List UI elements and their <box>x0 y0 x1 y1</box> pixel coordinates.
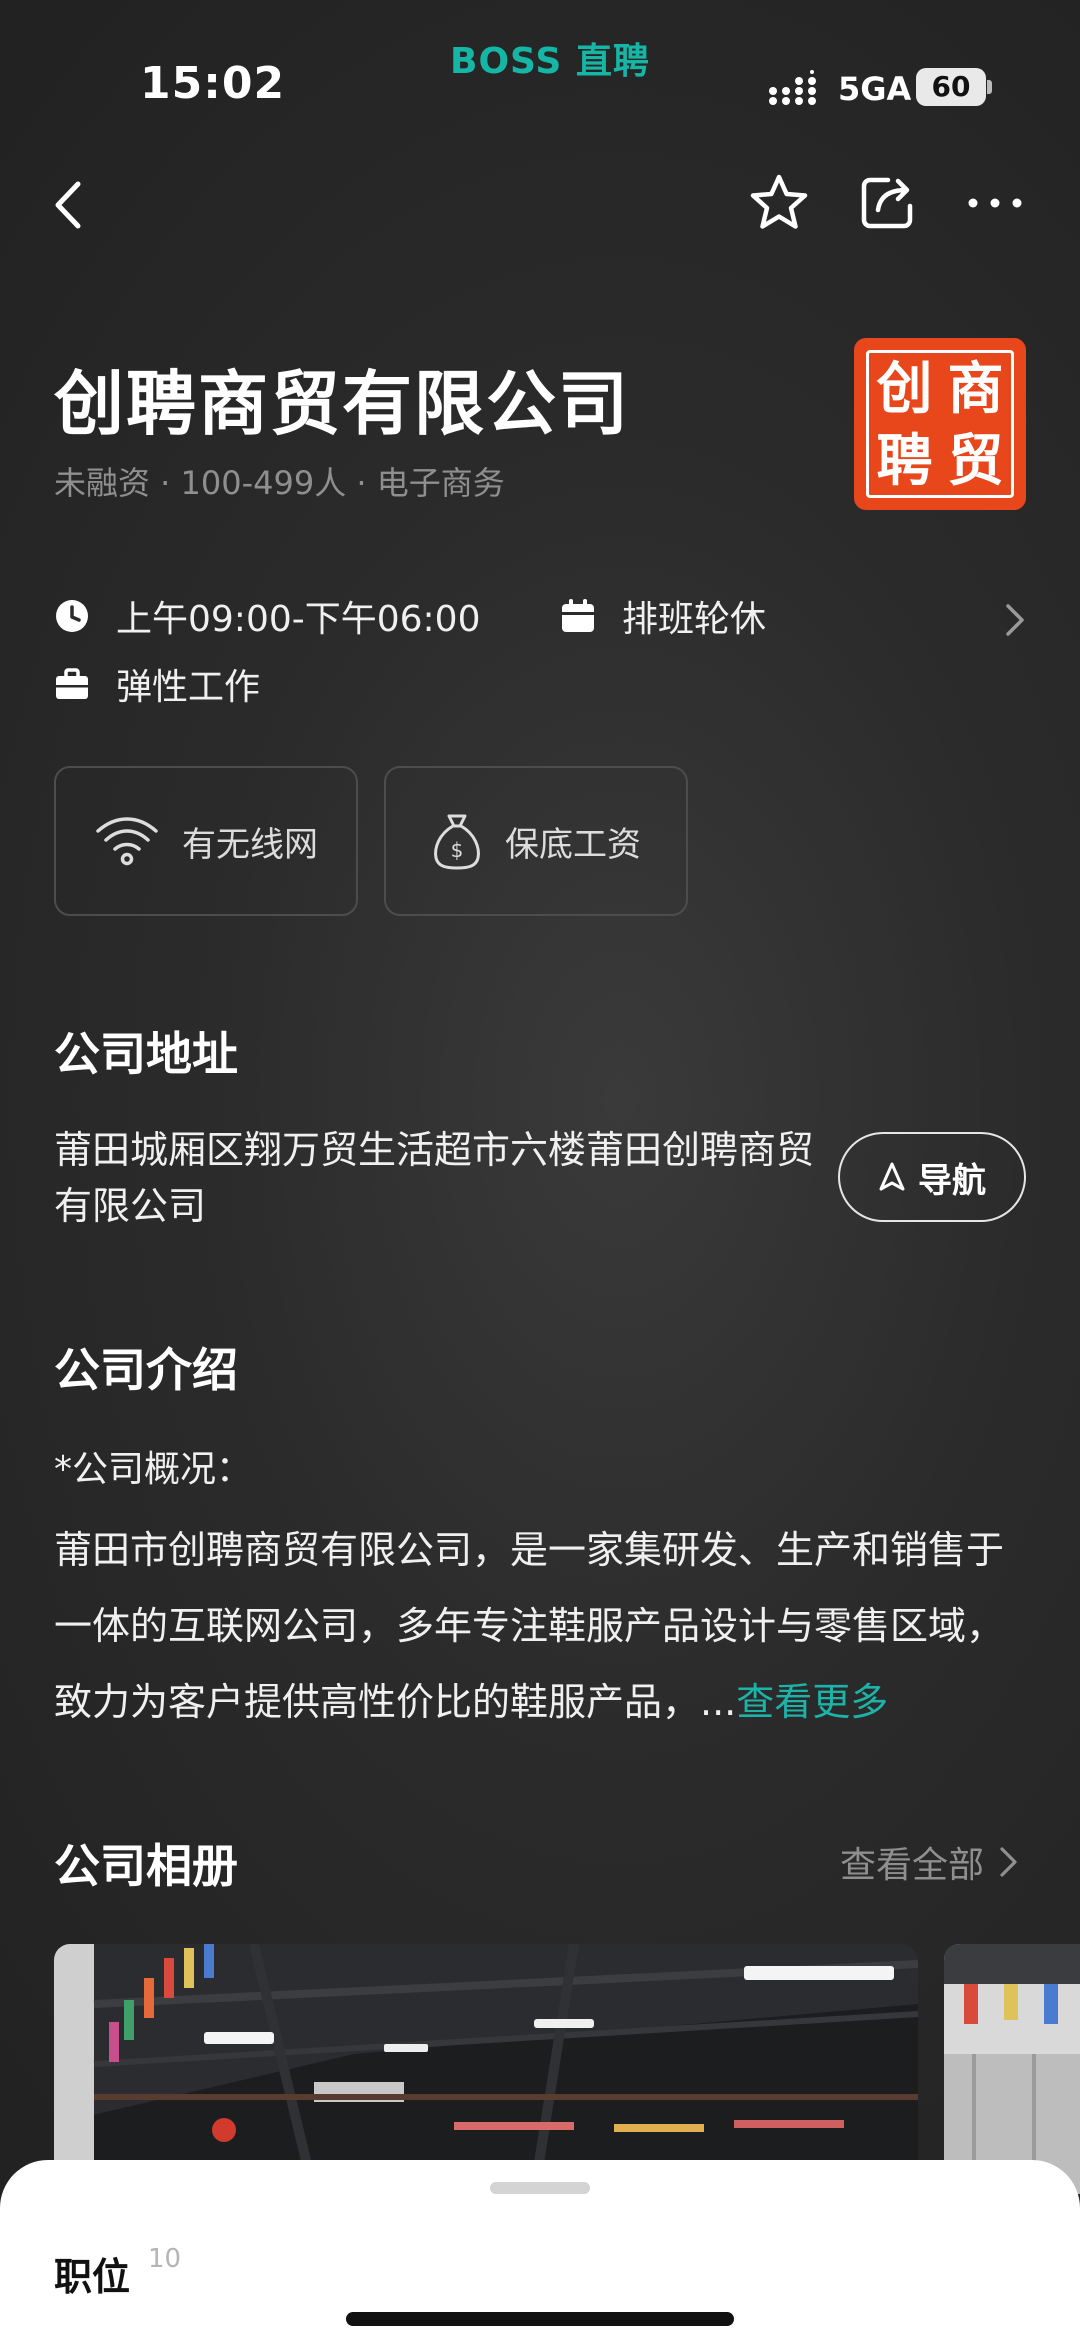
logo-char: 商 <box>947 356 1004 422</box>
wifi-icon <box>96 817 158 866</box>
address-section-title: 公司地址 <box>54 1027 238 1081</box>
benefit-tag-wifi[interactable]: 有无线网 <box>54 766 358 916</box>
album-photo[interactable] <box>944 1944 1080 2194</box>
navigate-label: 导航 <box>918 1160 986 1201</box>
clock-icon <box>56 600 88 632</box>
shift-type: 排班轮休 <box>622 599 767 640</box>
sheet-drag-handle[interactable] <box>490 2182 590 2194</box>
logo-char: 创 <box>876 356 933 422</box>
album-section-title: 公司相册 <box>54 1839 238 1893</box>
company-logo: 创 商 聘 贸 <box>854 338 1026 510</box>
navigation-arrow-icon <box>879 1162 905 1191</box>
home-indicator <box>346 2312 734 2326</box>
status-time: 15:02 <box>140 58 286 109</box>
chevron-right-icon[interactable] <box>1002 600 1028 640</box>
view-all-link[interactable]: 查看全部 <box>840 1836 1020 1888</box>
svg-text:$: $ <box>451 838 464 862</box>
flex-work: 弹性工作 <box>116 667 261 708</box>
company-address: 莆田城厢区翔万贸生活超市六楼莆田创聘商贸有限公司 <box>54 1128 815 1228</box>
intro-body: 莆田市创聘商贸有限公司，是一家集研发、生产和销售于一体的互联网公司，多年专注鞋服… <box>54 1512 1034 1740</box>
logo-char: 贸 <box>947 428 1004 494</box>
logo-char: 聘 <box>876 428 933 494</box>
more-icon[interactable] <box>964 178 1026 228</box>
intro-section-title: 公司介绍 <box>54 1343 238 1397</box>
flex-work-row: 弹性工作 <box>54 658 260 710</box>
benefit-label: 保底工资 <box>505 824 641 865</box>
store-interior-image <box>54 1944 918 2194</box>
back-icon[interactable] <box>44 170 94 240</box>
benefit-tag-salary[interactable]: $ 保底工资 <box>384 766 688 916</box>
store-interior-image <box>944 1944 1080 2194</box>
jobs-title: 职位 <box>54 2255 131 2299</box>
share-icon[interactable] <box>856 172 918 234</box>
network-label: 5GA <box>838 70 912 108</box>
album-photo[interactable] <box>54 1944 918 2194</box>
calendar-icon <box>562 599 594 632</box>
star-icon[interactable] <box>748 172 810 234</box>
chevron-right-icon <box>1000 1847 1017 1877</box>
app-brand: BOSS 直聘 <box>450 41 650 82</box>
intro-heading: *公司概况： <box>54 1449 253 1490</box>
benefit-label: 有无线网 <box>182 824 318 865</box>
view-all-label: 查看全部 <box>840 1845 985 1886</box>
battery-indicator: 60 <box>916 68 986 106</box>
view-more-link[interactable]: 查看更多 <box>736 1680 888 1724</box>
battery-tip <box>987 80 992 94</box>
logo-seal: 创 商 聘 贸 <box>866 350 1014 498</box>
signal-icon <box>769 70 816 105</box>
company-meta: 未融资 · 100-499人 · 电子商务 <box>54 464 505 502</box>
work-hours-row[interactable]: 上午09:00-下午06:00 <box>54 590 480 642</box>
status-bar: 15:02 BOSS 直聘 5GA 60 <box>0 0 1080 150</box>
work-hours: 上午09:00-下午06:00 <box>116 599 481 640</box>
company-name: 创聘商贸有限公司 <box>54 363 630 445</box>
shift-row[interactable]: 排班轮休 <box>560 590 766 642</box>
briefcase-icon <box>56 668 88 699</box>
company-page: 15:02 BOSS 直聘 5GA 60 创聘商贸有限公司 未融资 · 100-… <box>0 0 1080 2348</box>
money-bag-icon: $ <box>434 814 480 870</box>
jobs-count: 10 <box>148 2244 182 2274</box>
navigate-button[interactable]: 导航 <box>838 1132 1026 1222</box>
